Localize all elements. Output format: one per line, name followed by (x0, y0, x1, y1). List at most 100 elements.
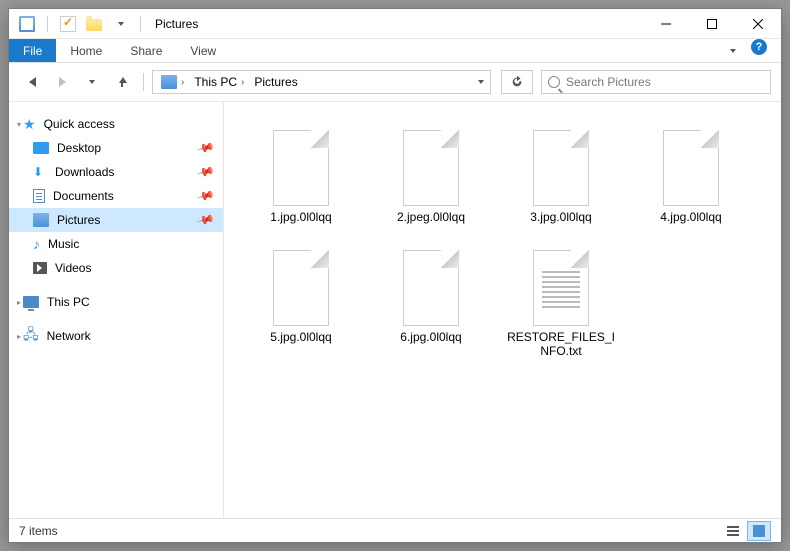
nav-label: Network (47, 329, 91, 343)
up-button[interactable] (109, 69, 135, 95)
icons-icon (753, 525, 765, 537)
qat-properties[interactable] (56, 13, 80, 35)
nav-network[interactable]: ▸ 🖧 Network (9, 324, 223, 348)
file-tab[interactable]: File (9, 39, 56, 62)
file-item[interactable]: 6.jpg.0l0lqq (366, 238, 496, 364)
minimize-icon (661, 19, 671, 29)
sidebar-item-pictures[interactable]: Pictures 📌 (9, 208, 223, 232)
crumb-label: This PC (194, 75, 237, 89)
close-button[interactable] (735, 9, 781, 39)
address-bar-row: › This PC › Pictures Search Pictures (9, 63, 781, 101)
tab-share[interactable]: Share (116, 39, 176, 62)
recent-locations[interactable] (79, 69, 105, 95)
quick-access-toolbar (9, 13, 147, 35)
help-icon: ? (751, 39, 767, 55)
chevron-right-icon: › (181, 77, 184, 88)
crumb-pictures[interactable]: Pictures (250, 71, 301, 93)
view-large-icons-button[interactable] (747, 521, 771, 541)
chevron-down-icon: ▾ (17, 120, 21, 129)
separator (143, 73, 144, 91)
nav-label: Quick access (44, 117, 115, 131)
arrow-right-icon (59, 77, 66, 87)
file-thumbnail (395, 124, 467, 206)
file-name: 3.jpg.0l0lqq (530, 210, 591, 224)
back-button[interactable] (19, 69, 45, 95)
file-thumbnail (655, 124, 727, 206)
nav-quick-access[interactable]: ▾ ★ Quick access (9, 112, 223, 136)
star-icon: ★ (23, 116, 36, 133)
search-icon (548, 76, 560, 88)
nav-label: This PC (47, 295, 90, 309)
check-icon (60, 16, 76, 32)
sidebar-item-videos[interactable]: Videos (9, 256, 223, 280)
chevron-right-icon: › (241, 77, 244, 88)
pin-icon: 📌 (196, 138, 216, 158)
sidebar-item-downloads[interactable]: Downloads📌 (9, 160, 223, 184)
crumb-this-pc[interactable]: This PC › (190, 71, 248, 93)
close-icon (753, 19, 763, 29)
download-icon (33, 165, 47, 179)
file-thumbnail (265, 244, 337, 326)
refresh-icon (510, 75, 524, 89)
file-pane[interactable]: 1.jpg.0l0lqq 2.jpeg.0l0lqq 3.jpg.0l0lqq 4.j… (224, 102, 781, 518)
chevron-right-icon: ▸ (17, 298, 21, 307)
file-name: 2.jpeg.0l0lqq (397, 210, 465, 224)
qat-new-folder[interactable] (82, 13, 106, 35)
file-name: 5.jpg.0l0lqq (270, 330, 331, 344)
sidebar-item-desktop[interactable]: Desktop📌 (9, 136, 223, 160)
qat-app-icon[interactable] (15, 13, 39, 35)
nav-label: Pictures (57, 213, 100, 227)
arrow-left-icon (29, 77, 36, 87)
file-item[interactable]: 1.jpg.0l0lqq (236, 118, 366, 230)
qat-customize[interactable] (108, 13, 132, 35)
file-thumbnail (525, 124, 597, 206)
sidebar-item-documents[interactable]: Documents 📌 (9, 184, 223, 208)
nav-label: Documents (53, 189, 114, 203)
window-title: Pictures (155, 17, 198, 31)
status-bar: 7 items (9, 518, 781, 542)
file-item[interactable]: 4.jpg.0l0lqq (626, 118, 756, 230)
tab-home[interactable]: Home (56, 39, 116, 62)
view-details-button[interactable] (721, 521, 745, 541)
separator (47, 16, 48, 32)
nav-label: Music (48, 237, 79, 251)
search-placeholder: Search Pictures (566, 75, 651, 89)
minimize-button[interactable] (643, 9, 689, 39)
pin-icon: 📌 (196, 186, 216, 206)
folder-icon (86, 19, 102, 31)
help-button[interactable]: ? (751, 39, 775, 63)
arrow-up-icon (117, 77, 127, 87)
refresh-button[interactable] (501, 70, 533, 94)
nav-this-pc[interactable]: ▸ This PC (9, 290, 223, 314)
sidebar-item-music[interactable]: ♪Music (9, 232, 223, 256)
body: ▾ ★ Quick access Desktop📌Downloads📌Docum… (9, 101, 781, 518)
chevron-right-icon: ▸ (17, 332, 21, 341)
file-item[interactable]: 5.jpg.0l0lqq (236, 238, 366, 364)
network-icon: 🖧 (23, 324, 39, 348)
chevron-down-icon (730, 49, 736, 53)
file-grid: 1.jpg.0l0lqq 2.jpeg.0l0lqq 3.jpg.0l0lqq 4.j… (236, 118, 769, 372)
title-bar: Pictures (9, 9, 781, 39)
explorer-window: Pictures File Home Share View ? › This P… (8, 8, 782, 543)
pin-icon: 📌 (196, 162, 216, 182)
address-bar[interactable]: › This PC › Pictures (152, 70, 491, 94)
pin-icon: 📌 (196, 210, 216, 230)
separator (140, 16, 141, 32)
expand-ribbon[interactable] (715, 39, 751, 62)
file-name: RESTORE_FILES_INFO.txt (506, 330, 616, 358)
addr-history[interactable] (478, 80, 484, 84)
file-item[interactable]: 2.jpeg.0l0lqq (366, 118, 496, 230)
chevron-down-icon (118, 22, 124, 26)
forward-button[interactable] (49, 69, 75, 95)
tab-view[interactable]: View (176, 39, 230, 62)
ribbon: File Home Share View ? (9, 39, 781, 63)
file-item[interactable]: 3.jpg.0l0lqq (496, 118, 626, 230)
pictures-icon (161, 75, 177, 89)
maximize-button[interactable] (689, 9, 735, 39)
list-icon (727, 526, 739, 536)
file-item[interactable]: RESTORE_FILES_INFO.txt (496, 238, 626, 364)
search-input[interactable]: Search Pictures (541, 70, 771, 94)
file-thumbnail (265, 124, 337, 206)
crumb-root[interactable]: › (157, 71, 188, 93)
item-count: 7 items (19, 524, 58, 538)
